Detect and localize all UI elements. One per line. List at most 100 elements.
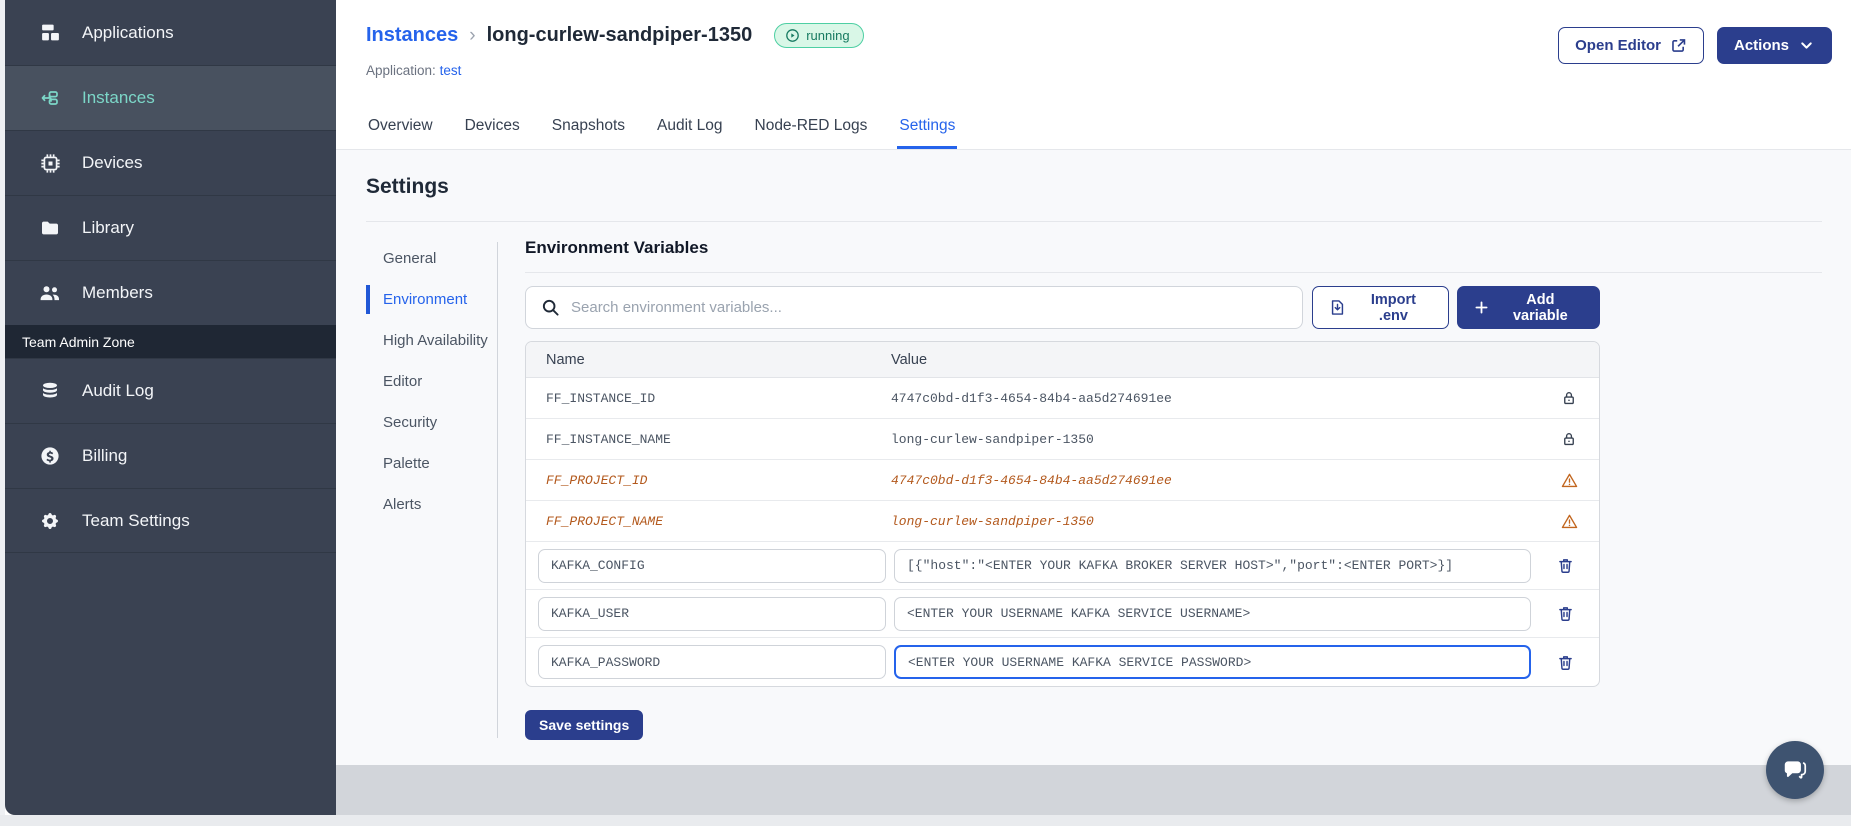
open-editor-button[interactable]: Open Editor: [1558, 27, 1704, 64]
settings-nav-high-availability[interactable]: High Availability: [366, 326, 498, 355]
application-label: Application:: [366, 63, 436, 78]
env-var-row-kafka-password: [526, 638, 1599, 686]
team-settings-icon: [39, 510, 61, 532]
main-area: Instances › long-curlew-sandpiper-1350 r…: [336, 0, 1851, 826]
settings-title: Settings: [366, 175, 449, 198]
sidebar: Applications Instances Devices Library M…: [5, 0, 336, 815]
settings-nav-security[interactable]: Security: [366, 408, 498, 437]
breadcrumb: Instances › long-curlew-sandpiper-1350 r…: [366, 23, 864, 48]
window-bottom-edge: [0, 815, 1851, 826]
tab-audit-log[interactable]: Audit Log: [655, 107, 725, 149]
tab-snapshots[interactable]: Snapshots: [550, 107, 627, 149]
play-circle-icon: [785, 28, 800, 43]
tab-node-red-logs[interactable]: Node-RED Logs: [753, 107, 870, 149]
env-var-value: 4747c0bd-d1f3-4654-84b4-aa5d274691ee: [891, 390, 1172, 406]
search-box: [525, 286, 1304, 329]
page-footer: [336, 765, 1851, 820]
search-icon: [541, 298, 560, 317]
settings-nav: General Environment High Availability Ed…: [366, 244, 498, 531]
sidebar-item-billing[interactable]: Billing: [5, 423, 336, 488]
sidebar-item-applications[interactable]: Applications: [5, 0, 336, 65]
trash-icon[interactable]: [1557, 605, 1574, 622]
env-var-name-input[interactable]: [538, 645, 886, 679]
env-var-value-input[interactable]: [894, 548, 1531, 583]
chevron-down-icon: [1798, 37, 1815, 54]
open-editor-label: Open Editor: [1575, 37, 1661, 54]
column-header-name: Name: [546, 351, 585, 368]
trash-icon[interactable]: [1557, 654, 1574, 671]
env-var-value-input[interactable]: [894, 596, 1531, 631]
sidebar-item-label: Team Settings: [82, 510, 190, 530]
sidebar-item-label: Devices: [82, 153, 143, 172]
env-var-value: 4747c0bd-d1f3-4654-84b4-aa5d274691ee: [891, 472, 1172, 488]
settings-nav-general[interactable]: General: [366, 244, 498, 273]
import-file-icon: [1329, 299, 1346, 316]
page-header: Instances › long-curlew-sandpiper-1350 r…: [336, 0, 1851, 150]
actions-button[interactable]: Actions: [1716, 27, 1832, 64]
env-var-name: FF_INSTANCE_NAME: [546, 431, 671, 447]
applications-icon: [39, 22, 61, 44]
external-link-icon: [1670, 37, 1687, 54]
settings-nav-palette[interactable]: Palette: [366, 449, 498, 478]
settings-nav-divider: [497, 242, 498, 738]
sidebar-item-devices[interactable]: Devices: [5, 130, 336, 195]
sidebar-item-label: Billing: [82, 446, 128, 465]
instances-icon: [39, 87, 61, 109]
sidebar-item-team-settings[interactable]: Team Settings: [5, 488, 336, 553]
trash-icon[interactable]: [1557, 557, 1574, 574]
devices-icon: [39, 152, 61, 174]
plus-icon: [1474, 300, 1489, 315]
chat-widget-button[interactable]: [1766, 741, 1824, 799]
sidebar-item-label: Library: [82, 218, 134, 237]
settings-nav-alerts[interactable]: Alerts: [366, 490, 498, 519]
lock-icon: [1561, 390, 1577, 406]
library-icon: [39, 217, 61, 239]
env-controls: Import .env Add variable: [525, 286, 1600, 329]
members-icon: [39, 282, 61, 304]
warning-icon: [1561, 472, 1578, 489]
search-input[interactable]: [571, 299, 1288, 316]
team-admin-zone-label: Team Admin Zone: [5, 325, 336, 358]
application-link[interactable]: test: [440, 63, 462, 78]
instance-name: long-curlew-sandpiper-1350: [486, 24, 753, 46]
actions-label: Actions: [1733, 37, 1789, 54]
breadcrumb-instances-link[interactable]: Instances: [366, 24, 458, 47]
env-var-value: long-curlew-sandpiper-1350: [891, 431, 1094, 447]
sidebar-item-library[interactable]: Library: [5, 195, 336, 260]
sidebar-item-members[interactable]: Members: [5, 260, 336, 325]
tab-overview[interactable]: Overview: [366, 107, 435, 149]
warning-icon: [1561, 513, 1578, 530]
import-env-button[interactable]: Import .env: [1312, 286, 1449, 329]
chat-bubbles-icon: [1781, 757, 1809, 783]
sidebar-main-nav: Applications Instances Devices Library M…: [5, 0, 336, 325]
env-var-name: FF_PROJECT_ID: [546, 472, 648, 488]
environment-panel: Environment Variables Import .env Add va…: [525, 238, 1822, 687]
header-buttons: Open Editor Actions: [1558, 27, 1832, 64]
panel-title: Environment Variables: [525, 238, 709, 257]
env-var-row-ff-project-id: FF_PROJECT_ID 4747c0bd-d1f3-4654-84b4-aa…: [526, 460, 1599, 501]
instance-tabs: Overview Devices Snapshots Audit Log Nod…: [366, 107, 958, 149]
settings-nav-environment[interactable]: Environment: [366, 285, 498, 314]
sidebar-item-instances[interactable]: Instances: [5, 65, 336, 130]
app-window: Applications Instances Devices Library M…: [0, 0, 1851, 826]
env-var-name-input[interactable]: [538, 596, 886, 631]
env-var-name: FF_INSTANCE_ID: [546, 390, 656, 406]
env-variables-table: Name Value FF_INSTANCE_ID 4747c0bd-d1f3-…: [525, 341, 1600, 687]
env-var-name: FF_PROJECT_NAME: [546, 513, 664, 529]
env-var-value-input[interactable]: [894, 645, 1531, 679]
env-var-row-kafka-user: [526, 590, 1599, 638]
add-variable-button[interactable]: Add variable: [1456, 286, 1600, 329]
env-var-row-kafka-config: [526, 542, 1599, 590]
status-badge: running: [774, 23, 864, 48]
audit-log-icon: [39, 380, 61, 402]
sidebar-item-audit-log[interactable]: Audit Log: [5, 358, 336, 423]
sidebar-admin-nav: Audit Log Billing Team Settings: [5, 358, 336, 553]
env-var-name-input[interactable]: [538, 548, 886, 583]
tab-settings[interactable]: Settings: [897, 107, 958, 149]
settings-divider: [366, 221, 1822, 222]
settings-nav-editor[interactable]: Editor: [366, 367, 498, 396]
save-settings-button[interactable]: Save settings: [525, 710, 644, 740]
breadcrumb-separator: ›: [469, 24, 476, 46]
tab-devices[interactable]: Devices: [463, 107, 522, 149]
import-env-label: Import .env: [1370, 291, 1416, 324]
